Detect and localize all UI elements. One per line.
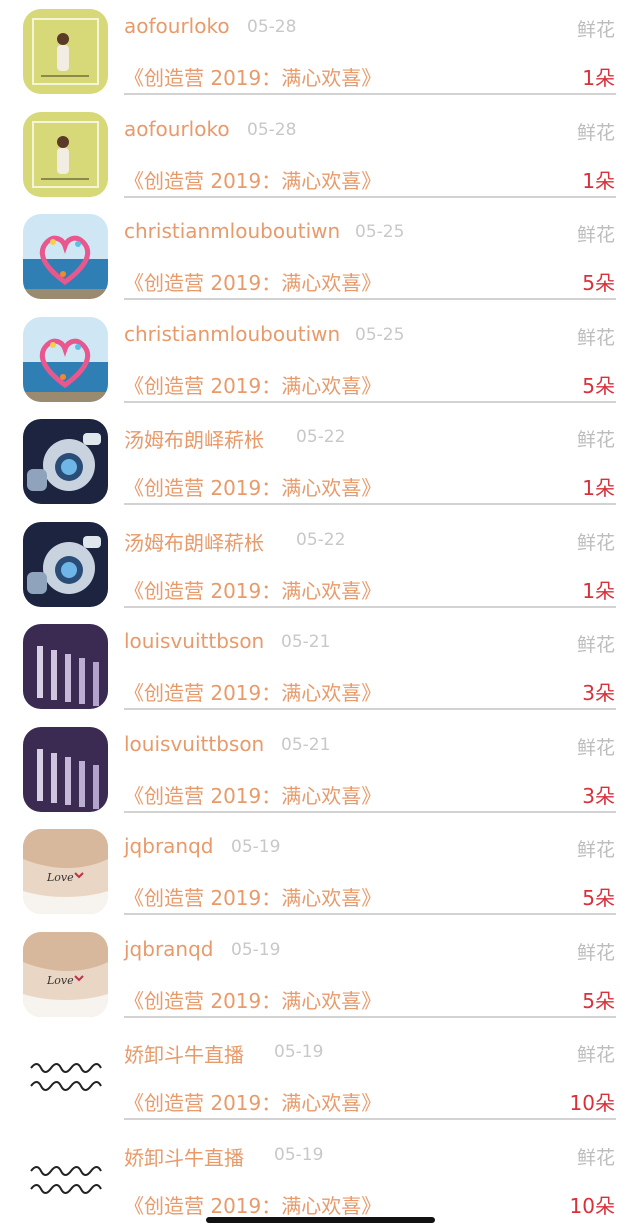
list-item[interactable]: christianmlouboutiwn 05-25 鲜花 《创造营 2019：… xyxy=(0,308,640,411)
robot-avatar[interactable] xyxy=(23,521,108,607)
gift-count: 5朵 xyxy=(582,373,615,398)
username[interactable]: aofourloko xyxy=(124,14,230,38)
date: 05-22 xyxy=(296,529,346,550)
program-title[interactable]: 《创造营 2019：满心欢喜》 xyxy=(124,267,381,296)
gift-type: 鲜花 xyxy=(576,839,615,861)
gift-count: 5朵 xyxy=(582,271,615,295)
robot-avatar[interactable] xyxy=(23,419,108,504)
gift-type: 鲜花 xyxy=(576,736,615,759)
heart-ocean-avatar[interactable] xyxy=(23,214,108,299)
gift-record-list: aofourloko 05-28 鲜花 《创造营 2019：满心欢喜》 1朵 a… xyxy=(0,0,640,1223)
gift-type: 鲜花 xyxy=(576,429,615,451)
username[interactable]: louisvuittbson xyxy=(124,732,264,756)
date: 05-25 xyxy=(355,324,405,345)
divider xyxy=(124,708,616,710)
list-item[interactable]: aofourloko 05-28 鲜花 《创造营 2019：满心欢喜》 1朵 xyxy=(0,0,640,103)
list-item[interactable]: 娇卸斗牛直播 05-19 鲜花 《创造营 2019：满心欢喜》 10朵 xyxy=(0,1128,640,1223)
gift-count: 3朵 xyxy=(582,783,615,808)
date: 05-21 xyxy=(281,734,331,755)
date: 05-28 xyxy=(247,119,297,140)
tattoo-shoulder-avatar[interactable]: Love xyxy=(23,829,108,914)
date: 05-22 xyxy=(296,427,346,447)
date: 05-19 xyxy=(274,1144,324,1165)
svg-text:Love: Love xyxy=(46,871,74,884)
list-item[interactable]: louisvuittbson 05-21 鲜花 《创造营 2019：满心欢喜》 … xyxy=(0,615,640,718)
gift-count: 10朵 xyxy=(569,1193,615,1218)
date: 05-19 xyxy=(274,1042,324,1062)
gift-type: 鲜花 xyxy=(576,941,615,964)
username[interactable]: aofourloko xyxy=(124,117,230,141)
purple-columns-avatar[interactable] xyxy=(23,624,108,709)
gift-count: 5朵 xyxy=(582,988,615,1013)
divider xyxy=(124,93,616,95)
list-item[interactable]: louisvuittbson 05-21 鲜花 《创造营 2019：满心欢喜》 … xyxy=(0,718,640,821)
gift-count: 1朵 xyxy=(582,168,615,193)
divider xyxy=(124,913,616,915)
tattoo-shoulder-avatar[interactable]: Love xyxy=(23,931,108,1017)
list-item[interactable]: Love jqbranqd 05-19 鲜花 《创造营 2019：满心欢喜》 5… xyxy=(0,923,640,1026)
program-title[interactable]: 《创造营 2019：满心欢喜》 xyxy=(124,985,381,1014)
list-item[interactable]: aofourloko 05-28 鲜花 《创造营 2019：满心欢喜》 1朵 xyxy=(0,103,640,206)
username[interactable]: 汤姆布朗峄菥枨 xyxy=(124,527,264,556)
date: 05-19 xyxy=(231,837,281,857)
divider xyxy=(124,1118,616,1120)
list-item[interactable]: 汤姆布朗峄菥枨 05-22 鲜花 《创造营 2019：满心欢喜》 1朵 xyxy=(0,410,640,513)
list-item[interactable]: 汤姆布朗峄菥枨 05-22 鲜花 《创造营 2019：满心欢喜》 1朵 xyxy=(0,513,640,616)
handwriting-avatar[interactable] xyxy=(23,1136,108,1222)
divider xyxy=(124,605,616,608)
divider xyxy=(124,810,616,813)
divider xyxy=(124,195,616,198)
svg-text:Love: Love xyxy=(46,974,74,987)
username[interactable]: jqbranqd xyxy=(124,937,214,961)
username[interactable]: 汤姆布朗峄菥枨 xyxy=(124,424,264,453)
username[interactable]: christianmlouboutiwn xyxy=(124,322,340,346)
purple-columns-avatar[interactable] xyxy=(23,726,108,812)
date: 05-21 xyxy=(281,632,331,652)
date: 05-25 xyxy=(355,222,405,242)
program-title[interactable]: 《创造营 2019：满心欢喜》 xyxy=(124,780,381,809)
program-title[interactable]: 《创造营 2019：满心欢喜》 xyxy=(124,1087,381,1116)
username[interactable]: 娇卸斗牛直播 xyxy=(124,1039,244,1068)
date: 05-19 xyxy=(231,939,281,960)
username[interactable]: jqbranqd xyxy=(124,834,214,858)
program-title[interactable]: 《创造营 2019：满心欢喜》 xyxy=(124,677,381,706)
program-title[interactable]: 《创造营 2019：满心欢喜》 xyxy=(124,62,381,91)
divider xyxy=(124,503,616,505)
program-title[interactable]: 《创造营 2019：满心欢喜》 xyxy=(124,575,381,604)
gift-count: 1朵 xyxy=(582,476,615,500)
gift-type: 鲜花 xyxy=(576,531,615,554)
list-item[interactable]: 娇卸斗牛直播 05-19 鲜花 《创造营 2019：满心欢喜》 10朵 xyxy=(0,1025,640,1128)
date: 05-28 xyxy=(247,17,297,37)
heart-ocean-avatar[interactable] xyxy=(23,316,108,402)
gift-count: 1朵 xyxy=(582,66,615,90)
program-title[interactable]: 《创造营 2019：满心欢喜》 xyxy=(124,165,381,194)
yellow-wall-girl-avatar[interactable] xyxy=(23,111,108,197)
program-title[interactable]: 《创造营 2019：满心欢喜》 xyxy=(124,472,381,501)
gift-type: 鲜花 xyxy=(576,1044,615,1066)
divider xyxy=(124,1015,616,1018)
gift-count: 10朵 xyxy=(569,1091,615,1115)
program-title[interactable]: 《创造营 2019：满心欢喜》 xyxy=(124,882,381,911)
username[interactable]: louisvuittbson xyxy=(124,629,264,653)
gift-type: 鲜花 xyxy=(576,634,615,656)
program-title[interactable]: 《创造营 2019：满心欢喜》 xyxy=(124,370,381,399)
gift-type: 鲜花 xyxy=(576,121,615,144)
username[interactable]: christianmlouboutiwn xyxy=(124,219,340,243)
list-item[interactable]: christianmlouboutiwn 05-25 鲜花 《创造营 2019：… xyxy=(0,205,640,308)
home-indicator[interactable] xyxy=(206,1217,435,1223)
divider xyxy=(124,400,616,403)
program-title[interactable]: 《创造营 2019：满心欢喜》 xyxy=(124,1190,381,1219)
gift-type: 鲜花 xyxy=(576,1146,615,1169)
gift-count: 3朵 xyxy=(582,681,615,705)
username[interactable]: 娇卸斗牛直播 xyxy=(124,1142,244,1171)
list-item[interactable]: Love jqbranqd 05-19 鲜花 《创造营 2019：满心欢喜》 5… xyxy=(0,820,640,923)
gift-type: 鲜花 xyxy=(576,326,615,349)
gift-type: 鲜花 xyxy=(576,19,615,41)
gift-type: 鲜花 xyxy=(576,224,615,246)
gift-count: 1朵 xyxy=(582,578,615,603)
divider xyxy=(124,298,616,300)
handwriting-avatar[interactable] xyxy=(23,1034,108,1119)
gift-count: 5朵 xyxy=(582,886,615,910)
yellow-wall-girl-avatar[interactable] xyxy=(23,9,108,94)
